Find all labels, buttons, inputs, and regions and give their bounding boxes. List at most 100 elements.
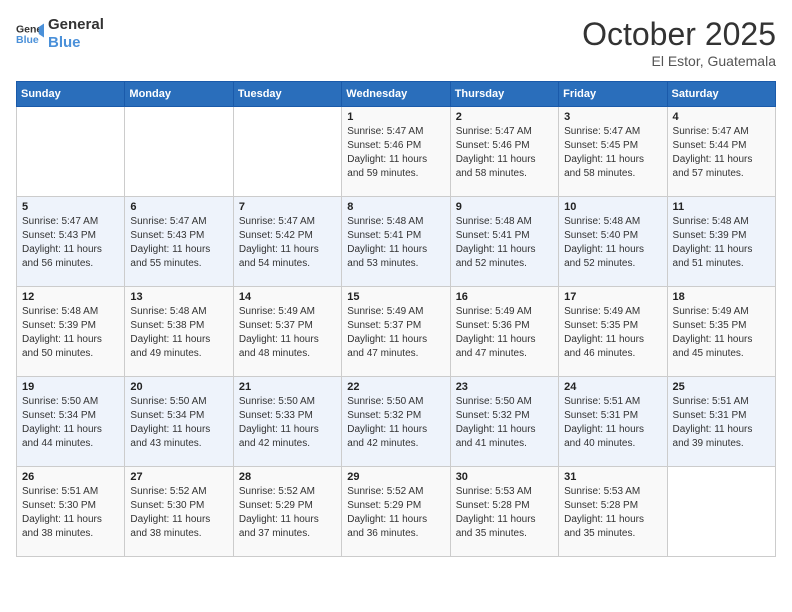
day-number: 19 [22, 381, 119, 393]
day-info: Sunrise: 5:50 AM Sunset: 5:33 PM Dayligh… [239, 395, 336, 451]
day-info: Sunrise: 5:52 AM Sunset: 5:29 PM Dayligh… [239, 485, 336, 541]
calendar-cell: 3 Sunrise: 5:47 AM Sunset: 5:45 PM Daylig… [559, 107, 667, 197]
day-number: 13 [130, 291, 227, 303]
day-info: Sunrise: 5:48 AM Sunset: 5:40 PM Dayligh… [564, 215, 661, 271]
day-info: Sunrise: 5:51 AM Sunset: 5:30 PM Dayligh… [22, 485, 119, 541]
day-info: Sunrise: 5:47 AM Sunset: 5:42 PM Dayligh… [239, 215, 336, 271]
day-info: Sunrise: 5:47 AM Sunset: 5:43 PM Dayligh… [22, 215, 119, 271]
logo-icon: General Blue [16, 20, 44, 48]
calendar-cell: 7 Sunrise: 5:47 AM Sunset: 5:42 PM Daylig… [233, 197, 341, 287]
day-info: Sunrise: 5:48 AM Sunset: 5:38 PM Dayligh… [130, 305, 227, 361]
day-info: Sunrise: 5:49 AM Sunset: 5:35 PM Dayligh… [564, 305, 661, 361]
day-number: 7 [239, 201, 336, 213]
day-info: Sunrise: 5:53 AM Sunset: 5:28 PM Dayligh… [456, 485, 553, 541]
day-info: Sunrise: 5:48 AM Sunset: 5:39 PM Dayligh… [673, 215, 770, 271]
calendar-header: SundayMondayTuesdayWednesdayThursdayFrid… [17, 82, 776, 107]
logo-line1: General [48, 16, 104, 34]
day-number: 21 [239, 381, 336, 393]
day-number: 22 [347, 381, 444, 393]
day-info: Sunrise: 5:47 AM Sunset: 5:43 PM Dayligh… [130, 215, 227, 271]
calendar-cell: 13 Sunrise: 5:48 AM Sunset: 5:38 PM Dayli… [125, 287, 233, 377]
day-info: Sunrise: 5:53 AM Sunset: 5:28 PM Dayligh… [564, 485, 661, 541]
day-number: 14 [239, 291, 336, 303]
calendar-cell: 17Sunrise: 5:49 AM Sunset: 5:35 PM Dayli… [559, 287, 667, 377]
day-number: 10 [564, 201, 661, 213]
day-number: 8 [347, 201, 444, 213]
calendar-cell: 14 Sunrise: 5:49 AM Sunset: 5:37 PM Dayli… [233, 287, 341, 377]
day-info: Sunrise: 5:50 AM Sunset: 5:34 PM Dayligh… [130, 395, 227, 451]
weekday-header: Tuesday [233, 82, 341, 107]
logo-line2: Blue [48, 34, 104, 52]
day-info: Sunrise: 5:50 AM Sunset: 5:32 PM Dayligh… [347, 395, 444, 451]
day-number: 4 [673, 111, 770, 123]
weekday-header: Thursday [450, 82, 558, 107]
calendar-cell: 5 Sunrise: 5:47 AM Sunset: 5:43 PM Daylig… [17, 197, 125, 287]
calendar-cell [233, 107, 341, 197]
day-info: Sunrise: 5:48 AM Sunset: 5:41 PM Dayligh… [347, 215, 444, 271]
calendar-cell: 27 Sunrise: 5:52 AM Sunset: 5:30 PM Dayli… [125, 467, 233, 557]
calendar-cell: 21 Sunrise: 5:50 AM Sunset: 5:33 PM Dayli… [233, 377, 341, 467]
calendar-cell [125, 107, 233, 197]
day-info: Sunrise: 5:50 AM Sunset: 5:32 PM Dayligh… [456, 395, 553, 451]
calendar-cell: 15 Sunrise: 5:49 AM Sunset: 5:37 PM Dayli… [342, 287, 450, 377]
calendar-cell: 31 Sunrise: 5:53 AM Sunset: 5:28 PM Dayli… [559, 467, 667, 557]
calendar-table: SundayMondayTuesdayWednesdayThursdayFrid… [16, 81, 776, 557]
calendar-cell: 4 Sunrise: 5:47 AM Sunset: 5:44 PM Daylig… [667, 107, 775, 197]
day-info: Sunrise: 5:49 AM Sunset: 5:37 PM Dayligh… [239, 305, 336, 361]
weekday-header: Wednesday [342, 82, 450, 107]
calendar-cell: 9 Sunrise: 5:48 AM Sunset: 5:41 PM Daylig… [450, 197, 558, 287]
day-info: Sunrise: 5:48 AM Sunset: 5:41 PM Dayligh… [456, 215, 553, 271]
day-info: Sunrise: 5:52 AM Sunset: 5:30 PM Dayligh… [130, 485, 227, 541]
month-title: October 2025 [582, 16, 776, 53]
calendar-cell: 19 Sunrise: 5:50 AM Sunset: 5:34 PM Dayli… [17, 377, 125, 467]
title-block: October 2025 El Estor, Guatemala [582, 16, 776, 69]
day-number: 31 [564, 471, 661, 483]
day-number: 11 [673, 201, 770, 213]
day-number: 24 [564, 381, 661, 393]
calendar-cell: 8 Sunrise: 5:48 AM Sunset: 5:41 PM Daylig… [342, 197, 450, 287]
calendar-cell: 24 Sunrise: 5:51 AM Sunset: 5:31 PM Dayli… [559, 377, 667, 467]
weekday-header: Sunday [17, 82, 125, 107]
logo: General Blue General Blue [16, 16, 104, 52]
calendar-cell [667, 467, 775, 557]
weekday-header: Saturday [667, 82, 775, 107]
day-info: Sunrise: 5:47 AM Sunset: 5:46 PM Dayligh… [456, 125, 553, 181]
calendar-cell: 29Sunrise: 5:52 AM Sunset: 5:29 PM Dayli… [342, 467, 450, 557]
calendar-cell: 28 Sunrise: 5:52 AM Sunset: 5:29 PM Dayli… [233, 467, 341, 557]
day-number: 1 [347, 111, 444, 123]
day-number: 2 [456, 111, 553, 123]
day-number: 27 [130, 471, 227, 483]
location: El Estor, Guatemala [582, 53, 776, 69]
day-number: 15 [347, 291, 444, 303]
calendar-cell: 2 Sunrise: 5:47 AM Sunset: 5:46 PM Daylig… [450, 107, 558, 197]
day-info: Sunrise: 5:48 AM Sunset: 5:39 PM Dayligh… [22, 305, 119, 361]
day-info: Sunrise: 5:51 AM Sunset: 5:31 PM Dayligh… [673, 395, 770, 451]
calendar-cell: 1Sunrise: 5:47 AM Sunset: 5:46 PM Daylig… [342, 107, 450, 197]
calendar-cell: 6 Sunrise: 5:47 AM Sunset: 5:43 PM Daylig… [125, 197, 233, 287]
day-number: 25 [673, 381, 770, 393]
weekday-header: Friday [559, 82, 667, 107]
calendar-cell: 25 Sunrise: 5:51 AM Sunset: 5:31 PM Dayli… [667, 377, 775, 467]
day-number: 30 [456, 471, 553, 483]
day-number: 6 [130, 201, 227, 213]
day-number: 18 [673, 291, 770, 303]
day-number: 9 [456, 201, 553, 213]
calendar-cell: 30 Sunrise: 5:53 AM Sunset: 5:28 PM Dayli… [450, 467, 558, 557]
day-info: Sunrise: 5:50 AM Sunset: 5:34 PM Dayligh… [22, 395, 119, 451]
page-header: General Blue General Blue October 2025 E… [16, 16, 776, 69]
day-number: 5 [22, 201, 119, 213]
calendar-cell: 26 Sunrise: 5:51 AM Sunset: 5:30 PM Dayli… [17, 467, 125, 557]
day-info: Sunrise: 5:47 AM Sunset: 5:44 PM Dayligh… [673, 125, 770, 181]
day-info: Sunrise: 5:47 AM Sunset: 5:45 PM Dayligh… [564, 125, 661, 181]
day-info: Sunrise: 5:49 AM Sunset: 5:37 PM Dayligh… [347, 305, 444, 361]
calendar-cell: 23Sunrise: 5:50 AM Sunset: 5:32 PM Dayli… [450, 377, 558, 467]
day-number: 28 [239, 471, 336, 483]
svg-text:Blue: Blue [16, 34, 39, 46]
calendar-cell: 11 Sunrise: 5:48 AM Sunset: 5:39 PM Dayli… [667, 197, 775, 287]
calendar-cell: 16Sunrise: 5:49 AM Sunset: 5:36 PM Dayli… [450, 287, 558, 377]
day-number: 12 [22, 291, 119, 303]
day-number: 26 [22, 471, 119, 483]
day-info: Sunrise: 5:49 AM Sunset: 5:35 PM Dayligh… [673, 305, 770, 361]
day-number: 3 [564, 111, 661, 123]
day-info: Sunrise: 5:51 AM Sunset: 5:31 PM Dayligh… [564, 395, 661, 451]
